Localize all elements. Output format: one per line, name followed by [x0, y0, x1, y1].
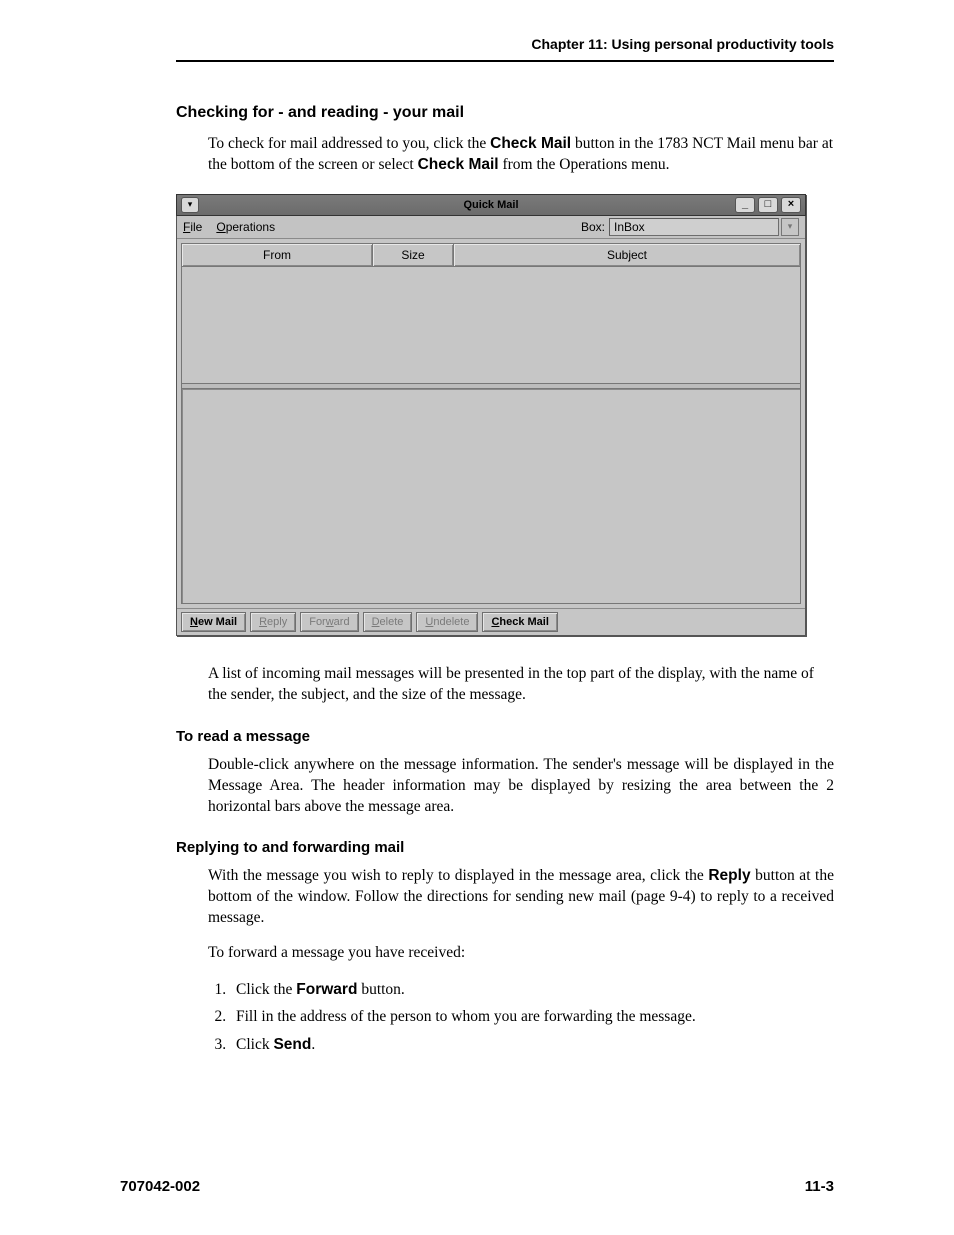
- menu-file[interactable]: File: [183, 220, 202, 234]
- footer-pagenum: 11-3: [805, 1178, 834, 1195]
- titlebar[interactable]: ▾ Quick Mail _ □ ×: [176, 194, 806, 216]
- column-headers: From Size Subject: [181, 243, 801, 267]
- header-rule: [176, 60, 834, 62]
- step-2: Fill in the address of the person to who…: [230, 1005, 834, 1028]
- forward-button[interactable]: Forward: [300, 612, 358, 632]
- text: ndelete: [433, 616, 469, 628]
- col-size[interactable]: Size: [373, 244, 454, 266]
- text: .: [311, 1036, 315, 1053]
- mnemonic: D: [372, 616, 380, 628]
- text: With the message you wish to reply to di…: [208, 867, 708, 884]
- text: heck Mail: [499, 616, 549, 628]
- para-list-explain: A list of incoming mail messages will be…: [208, 664, 834, 706]
- box-dropdown-button[interactable]: ▾: [781, 218, 799, 236]
- bold-forward: Forward: [296, 981, 357, 998]
- mnemonic: U: [425, 616, 433, 628]
- chapter-header: Chapter 11: Using personal productivity …: [176, 36, 834, 52]
- heading-checking-mail: Checking for - and reading - your mail: [176, 104, 834, 122]
- text: button.: [357, 981, 404, 998]
- text: Click the: [236, 981, 296, 998]
- para-forward-intro: To forward a message you have received:: [208, 943, 834, 964]
- text: ard: [334, 616, 350, 628]
- quickmail-screenshot: ▾ Quick Mail _ □ × File Operations Box: …: [176, 194, 834, 636]
- para-check-intro: To check for mail addressed to you, clic…: [208, 134, 834, 176]
- new-mail-button[interactable]: New Mail: [181, 612, 246, 632]
- quickmail-window: ▾ Quick Mail _ □ × File Operations Box: …: [176, 194, 806, 636]
- para-read-message: Double-click anywhere on the message inf…: [208, 755, 834, 818]
- text: For: [309, 616, 326, 628]
- heading-read-message: To read a message: [176, 728, 834, 745]
- bold-reply: Reply: [708, 867, 750, 884]
- close-button[interactable]: ×: [781, 197, 801, 213]
- maximize-button[interactable]: □: [758, 197, 778, 213]
- delete-button[interactable]: Delete: [363, 612, 413, 632]
- text: ew Mail: [198, 616, 237, 628]
- text: perations: [226, 220, 275, 234]
- text: eply: [267, 616, 287, 628]
- message-list-area[interactable]: [181, 267, 801, 384]
- col-subject[interactable]: Subject: [454, 244, 800, 266]
- text: ox:: [589, 220, 605, 234]
- page-footer: 707042-002 11-3: [120, 1178, 834, 1195]
- menu-bar: File Operations Box: InBox ▾: [177, 216, 805, 239]
- bold-check-mail-2: Check Mail: [418, 156, 499, 173]
- bold-check-mail: Check Mail: [490, 135, 571, 152]
- para-reply: With the message you wish to reply to di…: [208, 866, 834, 929]
- mnemonic: R: [259, 616, 267, 628]
- step-1: Click the Forward button.: [230, 978, 834, 1001]
- box-select-field[interactable]: InBox: [609, 218, 779, 236]
- message-area[interactable]: [181, 388, 801, 604]
- minimize-button[interactable]: _: [735, 197, 755, 213]
- footer-docnum: 707042-002: [120, 1178, 200, 1195]
- reply-button[interactable]: Reply: [250, 612, 296, 632]
- mnemonic: C: [491, 616, 499, 628]
- text: elete: [380, 616, 404, 628]
- box-label: Box:: [581, 220, 605, 234]
- window-title: Quick Mail: [177, 199, 805, 211]
- mnemonic: B: [581, 220, 589, 234]
- text: Click: [236, 1036, 273, 1053]
- bold-send: Send: [273, 1036, 311, 1053]
- check-mail-button[interactable]: Check Mail: [482, 612, 557, 632]
- mnemonic: N: [190, 616, 198, 628]
- text: To check for mail addressed to you, clic…: [208, 135, 490, 152]
- text: from the Operations menu.: [499, 156, 670, 173]
- mnemonic: O: [216, 220, 225, 234]
- text: ile: [190, 220, 202, 234]
- mnemonic: w: [326, 616, 334, 628]
- step-3: Click Send.: [230, 1033, 834, 1056]
- menu-operations[interactable]: Operations: [216, 220, 275, 234]
- bottom-toolbar: New Mail Reply Forward Delete Undelete C…: [177, 608, 805, 635]
- undelete-button[interactable]: Undelete: [416, 612, 478, 632]
- heading-reply-forward: Replying to and forwarding mail: [176, 839, 834, 856]
- forward-steps: Click the Forward button. Fill in the ad…: [208, 978, 834, 1056]
- col-from[interactable]: From: [182, 244, 373, 266]
